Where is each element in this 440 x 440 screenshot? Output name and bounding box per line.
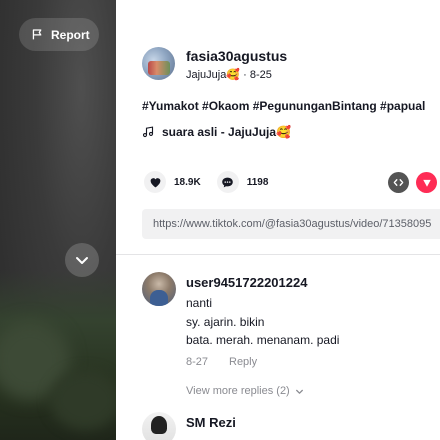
details-panel: fasia30agustus JajuJuja🥰 · 8-25 #Yumakot…: [116, 0, 440, 440]
embed-code-button[interactable]: [388, 172, 409, 193]
view-more-label: View more replies (2): [186, 385, 290, 397]
view-more-replies-button[interactable]: View more replies (2): [186, 385, 304, 397]
section-divider: [116, 254, 440, 255]
comment-avatar[interactable]: [142, 412, 176, 440]
post-date: 8-25: [249, 69, 272, 81]
comment-text-line: bata. merah. menanam. padi: [186, 333, 340, 347]
share-button[interactable]: [416, 172, 437, 193]
code-icon: [393, 179, 404, 186]
video-player[interactable]: Report: [0, 0, 116, 440]
video-frame: [0, 270, 116, 440]
comment-text-line: nanti: [186, 296, 213, 310]
like-count: 18.9K: [174, 176, 201, 188]
heart-icon: [144, 171, 166, 193]
reply-button[interactable]: Reply: [229, 356, 257, 368]
comment-button[interactable]: 1198: [216, 171, 269, 193]
flag-icon: [32, 29, 42, 40]
like-button[interactable]: 18.9K: [144, 171, 201, 193]
report-label: Report: [51, 27, 90, 42]
send-icon: [422, 179, 431, 187]
report-button[interactable]: Report: [19, 18, 99, 51]
comment-avatar[interactable]: [142, 272, 176, 306]
author-nickname: JajuJuja🥰: [186, 69, 241, 81]
next-video-button[interactable]: [65, 243, 99, 277]
post-caption[interactable]: #Yumakot #Okaom #PegununganBintang #papu…: [142, 99, 425, 113]
comment-text-line: sy. ajarin. bikin: [186, 315, 265, 329]
comment-bubble-icon: [216, 171, 239, 193]
chevron-down-icon: [295, 389, 303, 394]
video-link-text: https://www.tiktok.com/@fasia30agustus/v…: [153, 218, 432, 230]
music-link[interactable]: suara asli - JajuJuja🥰: [142, 125, 291, 139]
meta-separator: ·: [243, 69, 250, 81]
comment-username[interactable]: user9451722201224: [186, 275, 307, 290]
author-meta: JajuJuja🥰 · 8-25: [186, 68, 272, 81]
author-avatar[interactable]: [142, 47, 175, 80]
comment-username[interactable]: SM Rezi: [186, 415, 236, 430]
music-note-icon: [142, 126, 154, 138]
action-bar: 18.9K 1198: [144, 171, 284, 193]
author-username[interactable]: fasia30agustus: [186, 48, 287, 64]
comment-date: 8-27: [186, 356, 209, 368]
copy-link-field[interactable]: https://www.tiktok.com/@fasia30agustus/v…: [142, 209, 440, 239]
chevron-down-icon: [76, 257, 88, 264]
music-title: suara asli - JajuJuja🥰: [162, 125, 291, 139]
comment-count: 1198: [246, 176, 269, 188]
